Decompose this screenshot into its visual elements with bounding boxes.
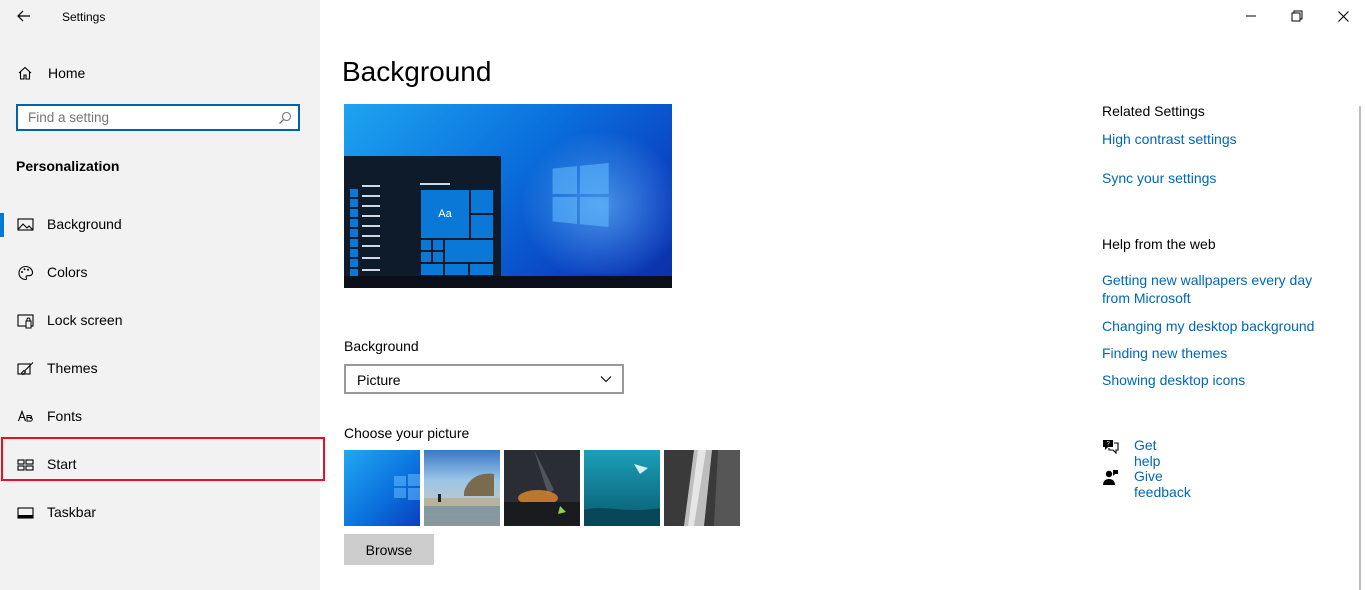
sync-settings-link[interactable]: Sync your settings (1102, 169, 1216, 187)
sidebar-item-label: Taskbar (47, 504, 97, 520)
back-button[interactable] (10, 4, 38, 28)
minimize-button[interactable] (1228, 0, 1274, 32)
page-title: Background (342, 56, 492, 87)
browse-button[interactable]: Browse (344, 534, 434, 565)
sidebar-item-lock-screen[interactable]: Lock screen (0, 299, 320, 343)
preview-taskbar (344, 276, 672, 288)
related-settings-heading: Related Settings (1102, 103, 1205, 119)
desktop-icons-help-link[interactable]: Showing desktop icons (1102, 371, 1245, 389)
close-icon (1337, 10, 1349, 22)
minimize-icon (1246, 15, 1256, 17)
sidebar-item-start[interactable]: Start (0, 443, 320, 487)
back-arrow-icon (17, 10, 30, 22)
underwater-thumbnail (584, 450, 660, 526)
preview-tile-text: Aa (420, 189, 470, 239)
background-label: Background (344, 338, 419, 354)
picture-thumbnail-3[interactable] (504, 450, 580, 526)
sidebar-item-background[interactable]: Background (0, 203, 320, 247)
preview-start-menu: Aa (344, 156, 501, 277)
image-icon (17, 218, 34, 231)
sidebar-item-colors[interactable]: Colors (0, 251, 320, 295)
picture-thumbnail-5[interactable] (664, 450, 740, 526)
windows-wallpaper-thumbnail (344, 450, 420, 526)
change-background-help-link[interactable]: Changing my desktop background (1102, 317, 1314, 335)
desktop-preview: Aa (344, 104, 672, 288)
sidebar-item-label: Lock screen (47, 312, 123, 328)
find-themes-help-link[interactable]: Finding new themes (1102, 344, 1227, 362)
sidebar-item-label: Background (47, 216, 122, 232)
home-icon (18, 66, 32, 80)
beach-thumbnail (424, 450, 500, 526)
sidebar-item-label: Colors (47, 264, 88, 280)
sidebar-item-themes[interactable]: Themes (0, 347, 320, 391)
sidebar-item-fonts[interactable]: Fonts (0, 395, 320, 439)
background-type-dropdown[interactable]: Picture (344, 364, 624, 394)
help-from-web-heading: Help from the web (1102, 236, 1216, 252)
choose-picture-label: Choose your picture (344, 425, 470, 441)
app-title: Settings (62, 10, 106, 24)
sidebar-item-taskbar[interactable]: Taskbar (0, 491, 320, 535)
close-button[interactable] (1320, 0, 1365, 32)
font-icon (17, 409, 33, 422)
restore-icon (1291, 10, 1303, 22)
home-label: Home (48, 65, 86, 81)
sidebar-item-label: Themes (47, 360, 98, 376)
sidebar-item-label: Start (47, 456, 77, 472)
picture-thumbnail-4[interactable] (584, 450, 660, 526)
sidebar: Settings Home Personalization Background… (0, 0, 320, 590)
chevron-down-icon (600, 376, 612, 383)
start-icon (17, 459, 34, 471)
high-contrast-settings-link[interactable]: High contrast settings (1102, 130, 1237, 148)
restore-button[interactable] (1274, 0, 1320, 32)
section-title: Personalization (16, 158, 120, 174)
give-feedback-label: Give feedback (1134, 468, 1191, 500)
scrollbar[interactable] (1359, 106, 1361, 590)
wallpapers-help-link[interactable]: Getting new wallpapers every day from Mi… (1102, 271, 1332, 307)
waterfall-thumbnail (664, 450, 740, 526)
sidebar-item-label: Fonts (47, 408, 83, 424)
lock-screen-icon (17, 314, 34, 329)
feedback-icon (1103, 470, 1118, 485)
search-icon (279, 111, 292, 124)
palette-icon (18, 265, 34, 281)
get-help-label: Get help (1134, 437, 1161, 469)
search-input[interactable] (18, 106, 278, 129)
home-nav-item[interactable]: Home (0, 57, 320, 89)
taskbar-icon (17, 507, 34, 519)
picture-thumbnail-1[interactable] (344, 450, 420, 526)
night-sky-thumbnail (504, 450, 580, 526)
windows-logo-icon (552, 163, 609, 227)
chat-help-icon: ? (1103, 440, 1119, 454)
search-box[interactable] (16, 104, 300, 131)
background-type-value: Picture (357, 372, 401, 388)
picture-thumbnail-2[interactable] (424, 450, 500, 526)
brush-icon (17, 362, 34, 376)
